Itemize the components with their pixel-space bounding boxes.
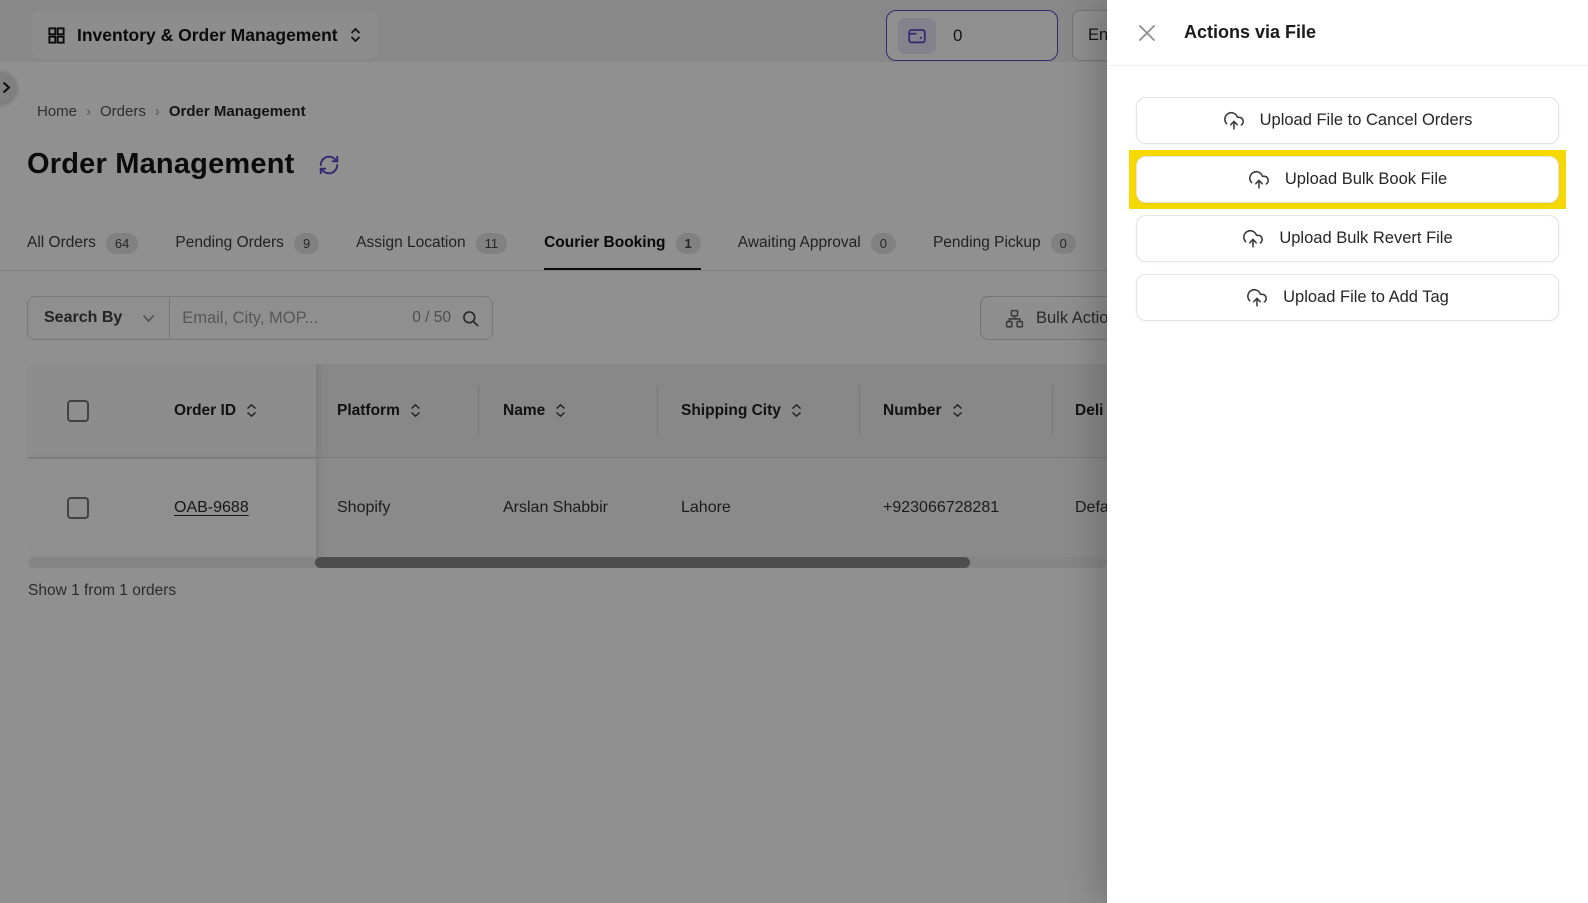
cloud-upload-icon (1223, 110, 1245, 132)
drawer-title: Actions via File (1184, 22, 1316, 43)
upload-bulk-revert-button[interactable]: Upload Bulk Revert File (1136, 215, 1559, 262)
action-label: Upload Bulk Book File (1285, 170, 1447, 189)
close-icon[interactable] (1136, 22, 1158, 44)
action-label: Upload File to Add Tag (1283, 288, 1449, 307)
drawer-actions: Upload File to Cancel Orders Upload Bulk… (1107, 66, 1588, 321)
cloud-upload-icon (1246, 287, 1268, 309)
action-label: Upload File to Cancel Orders (1260, 111, 1473, 130)
action-label: Upload Bulk Revert File (1279, 229, 1452, 248)
upload-cancel-orders-button[interactable]: Upload File to Cancel Orders (1136, 97, 1559, 144)
upload-bulk-book-button[interactable]: Upload Bulk Book File (1136, 156, 1559, 203)
drawer-header: Actions via File (1107, 0, 1588, 66)
actions-via-file-drawer: Actions via File Upload File to Cancel O… (1107, 0, 1588, 903)
cloud-upload-icon (1248, 169, 1270, 191)
highlight-outline: Upload Bulk Book File (1129, 150, 1566, 209)
cloud-upload-icon (1242, 228, 1264, 250)
upload-add-tag-button[interactable]: Upload File to Add Tag (1136, 274, 1559, 321)
